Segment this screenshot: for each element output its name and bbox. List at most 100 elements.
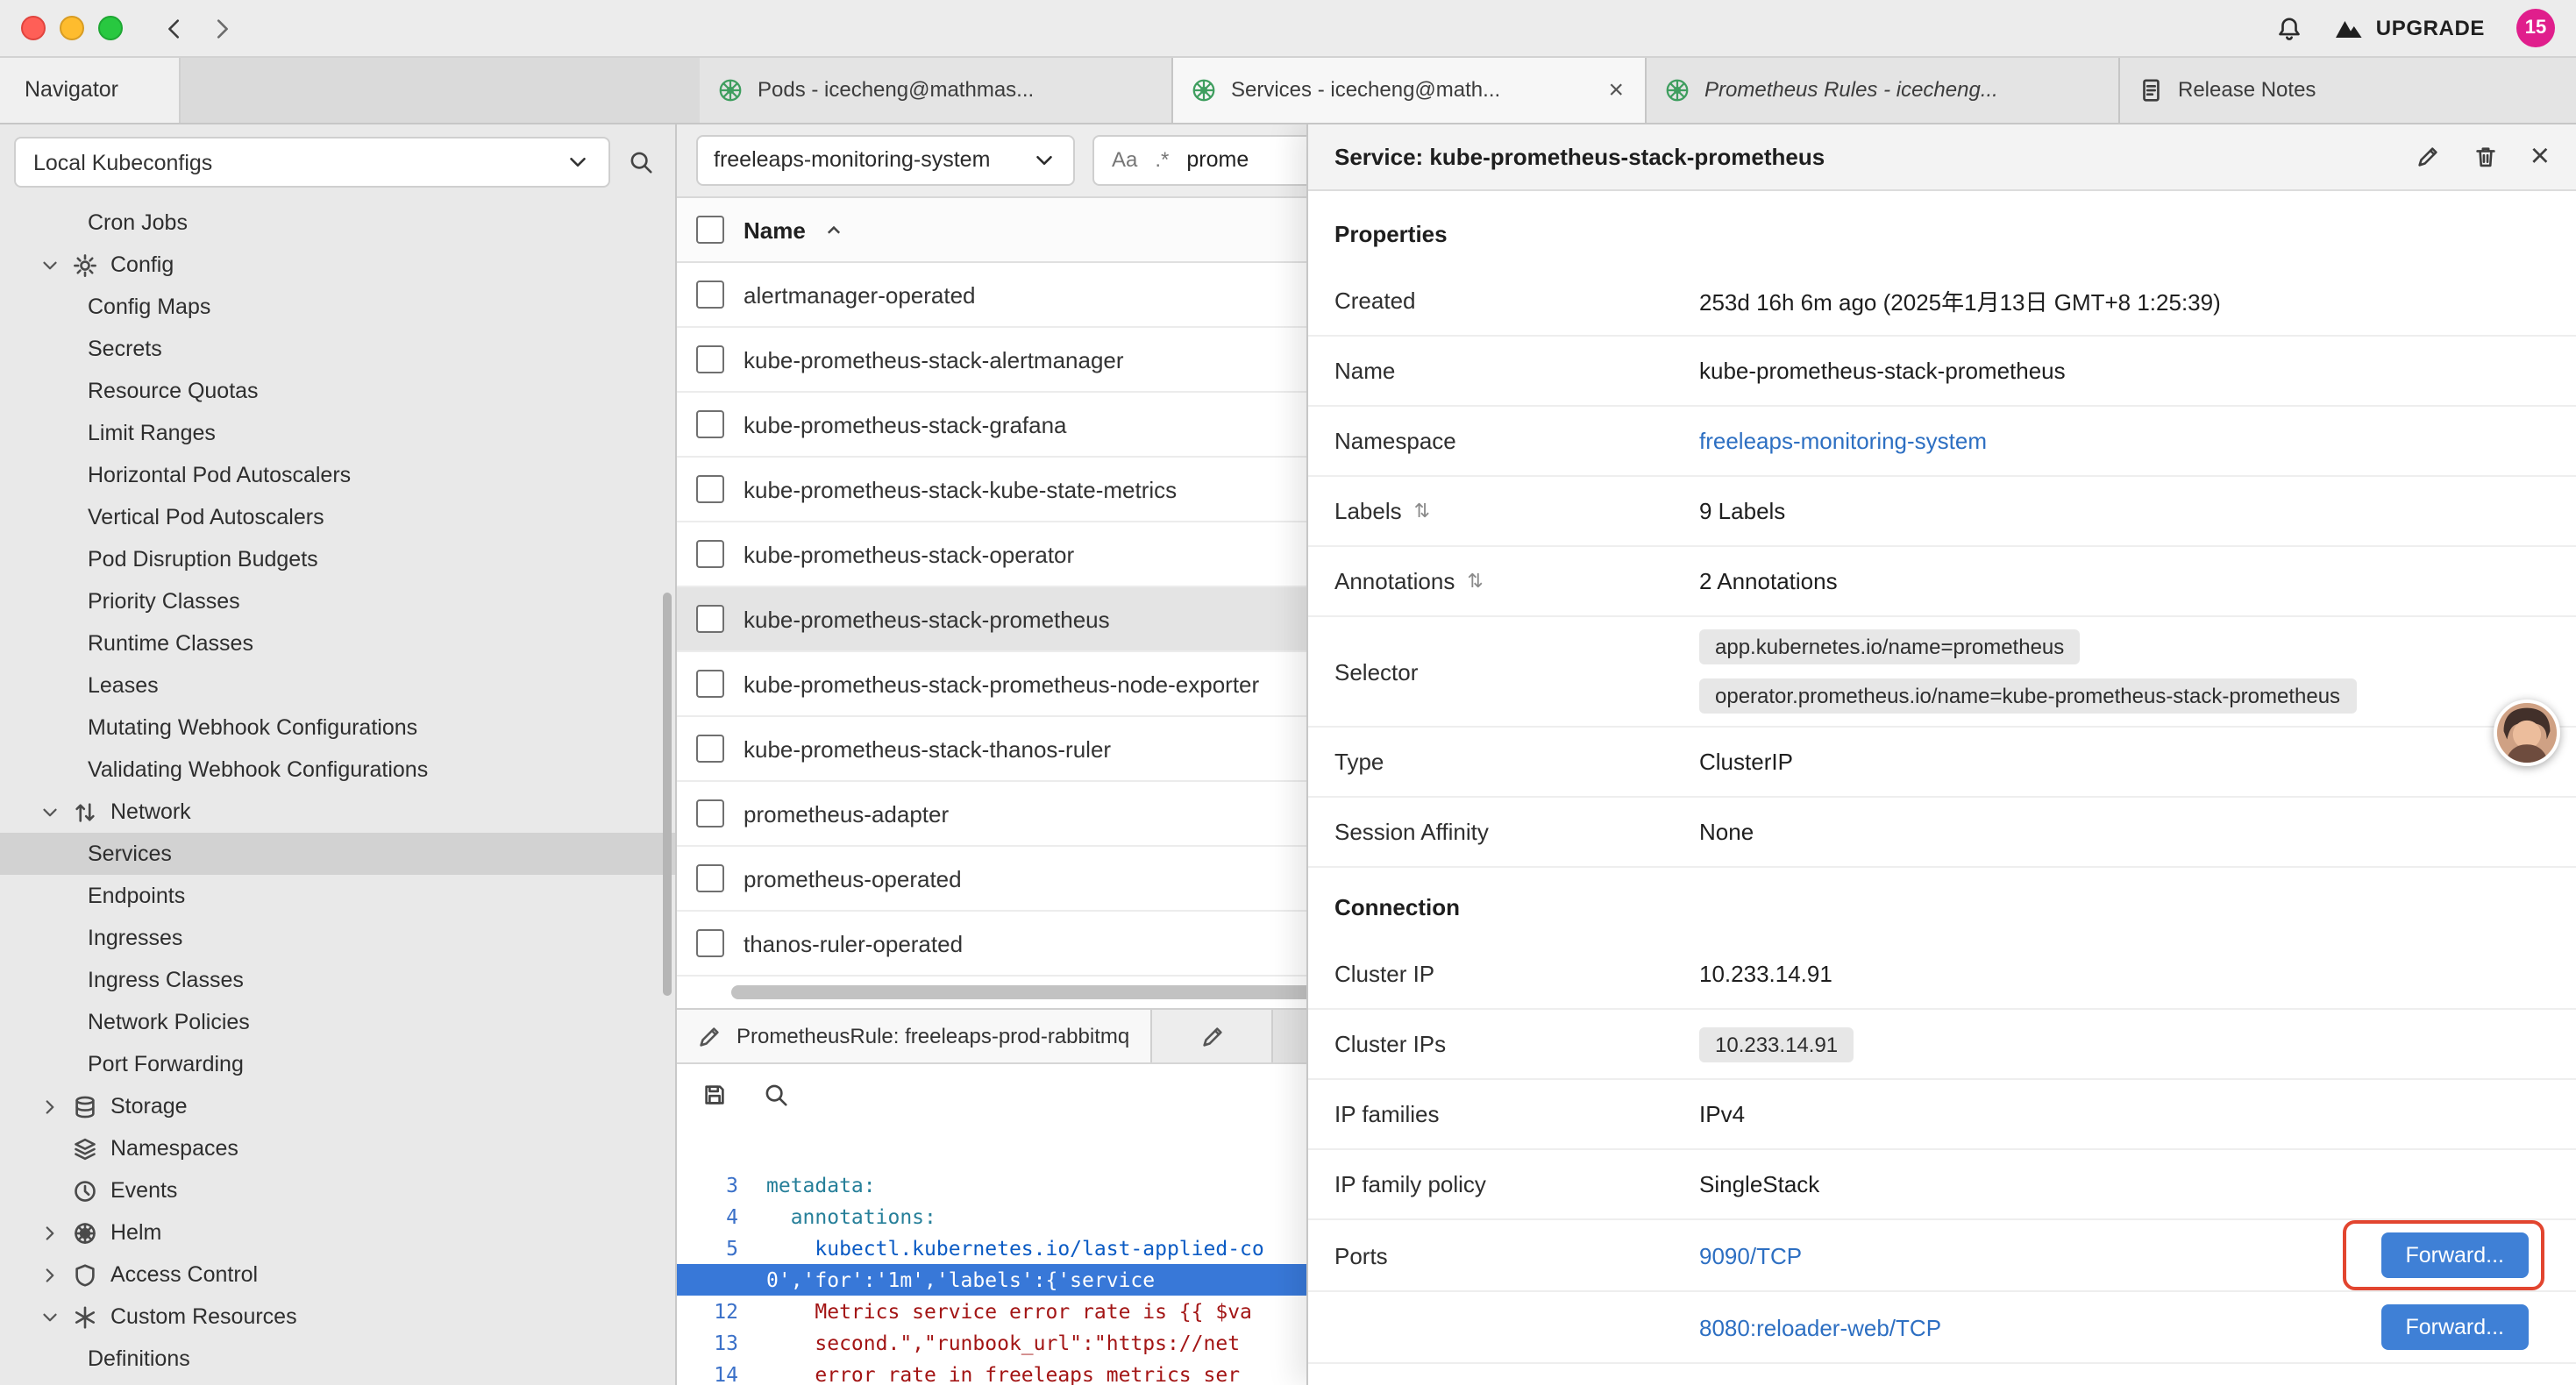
delete-resource-button[interactable] — [2473, 143, 2499, 169]
namespace-link[interactable]: freeleaps-monitoring-system — [1699, 428, 1987, 454]
forward-button[interactable]: Forward... — [2380, 1232, 2529, 1278]
sidebar-item-config-maps[interactable]: Config Maps — [0, 286, 675, 328]
sidebar-scrollbar[interactable] — [663, 593, 672, 996]
edit-resource-button[interactable] — [2415, 143, 2441, 169]
sidebar-item-network[interactable]: Network — [0, 791, 675, 833]
sidebar-item-runtime-classes[interactable]: Runtime Classes — [0, 622, 675, 664]
property-label: Session Affinity — [1334, 819, 1699, 845]
chevron-right-icon[interactable] — [39, 1093, 61, 1119]
sidebar-item-ingresses[interactable]: Ingresses — [0, 917, 675, 959]
forward-button[interactable]: Forward... — [2380, 1304, 2529, 1350]
sidebar-item-custom-resources[interactable]: Custom Resources — [0, 1296, 675, 1338]
namespace-filter[interactable]: freeleaps-monitoring-system — [696, 134, 1075, 185]
row-checkbox[interactable] — [696, 475, 724, 503]
row-checkbox[interactable] — [696, 864, 724, 892]
sort-ascending-icon[interactable] — [825, 220, 844, 239]
match-case-toggle[interactable]: Aa — [1112, 147, 1137, 172]
row-checkbox[interactable] — [696, 670, 724, 698]
property-label: Created — [1334, 288, 1699, 314]
port-link-9090-tcp[interactable]: 9090/TCP — [1699, 1242, 1802, 1268]
save-icon[interactable] — [701, 1081, 728, 1107]
port-link-8080-reloader-web-tcp[interactable]: 8080:reloader-web/TCP — [1699, 1314, 1941, 1340]
row-checkbox[interactable] — [696, 929, 724, 957]
tab-prometheus-rules-icecheng[interactable]: Prometheus Rules - icecheng... — [1647, 56, 2120, 123]
chevron-down-icon[interactable] — [39, 799, 61, 825]
property-label: Name — [1334, 358, 1699, 384]
drawer-close-button[interactable]: × — [2530, 139, 2550, 173]
maximize-window-button[interactable] — [98, 16, 123, 40]
tab-release-notes[interactable]: Release Notes — [2120, 56, 2576, 123]
notifications-bell-icon[interactable] — [2276, 15, 2302, 41]
sidebar-item-label: Mutating Webhook Configurations — [88, 715, 417, 740]
user-avatar[interactable] — [2494, 700, 2560, 766]
code-text: Metrics service error rate is {{ $va — [759, 1296, 1252, 1327]
sidebar-item-limit-ranges[interactable]: Limit Ranges — [0, 412, 675, 454]
kubeconfig-selector[interactable]: Local Kubeconfigs — [14, 137, 610, 188]
notification-count-badge[interactable]: 15 — [2516, 9, 2555, 47]
tab-services-icecheng-math[interactable]: Services - icecheng@math...× — [1173, 56, 1647, 123]
code-text: metadata: — [759, 1169, 876, 1201]
sidebar-item-access-control[interactable]: Access Control — [0, 1254, 675, 1296]
sidebar-item-horizontal-pod-autoscalers[interactable]: Horizontal Pod Autoscalers — [0, 454, 675, 496]
sidebar-item-helm[interactable]: Helm — [0, 1211, 675, 1254]
tab-pods-icecheng-mathmas[interactable]: Pods - icecheng@mathmas... — [700, 56, 1173, 123]
sidebar-item-leases[interactable]: Leases — [0, 664, 675, 707]
sidebar-item-definitions[interactable]: Definitions — [0, 1338, 675, 1380]
sidebar-item-mutating-webhook-configurations[interactable]: Mutating Webhook Configurations — [0, 707, 675, 749]
sidebar-item-resource-quotas[interactable]: Resource Quotas — [0, 370, 675, 412]
row-checkbox[interactable] — [696, 735, 724, 763]
property-value: 8080:reloader-web/TCP Forward... — [1699, 1292, 2550, 1362]
sidebar-item-services[interactable]: Services — [0, 833, 675, 875]
row-checkbox[interactable] — [696, 605, 724, 633]
tab-close-icon[interactable]: × — [1605, 76, 1627, 103]
sidebar-item-vertical-pod-autoscalers[interactable]: Vertical Pod Autoscalers — [0, 496, 675, 538]
upgrade-icon — [2334, 16, 2364, 40]
sidebar-item-pod-disruption-budgets[interactable]: Pod Disruption Budgets — [0, 538, 675, 580]
row-checkbox[interactable] — [696, 540, 724, 568]
sidebar-item-network-policies[interactable]: Network Policies — [0, 1001, 675, 1043]
row-checkbox[interactable] — [696, 799, 724, 827]
sidebar-item-ingress-classes[interactable]: Ingress Classes — [0, 959, 675, 1001]
sidebar-item-endpoints[interactable]: Endpoints — [0, 875, 675, 917]
row-checkbox[interactable] — [696, 281, 724, 309]
sort-toggle-icon[interactable]: ⇅ — [1467, 570, 1483, 593]
close-window-button[interactable] — [21, 16, 46, 40]
sidebar-item-label: Namespaces — [110, 1136, 238, 1161]
sidebar-item-label: Network Policies — [88, 1010, 250, 1034]
chevron-right-icon[interactable] — [39, 1261, 61, 1288]
minimize-window-button[interactable] — [60, 16, 84, 40]
row-checkbox[interactable] — [696, 345, 724, 373]
chevron-down-icon[interactable] — [39, 1303, 61, 1330]
value-text: 10.233.14.91 — [1699, 961, 1832, 987]
editor-tab-partial[interactable] — [1152, 1010, 1273, 1062]
chevron-right-icon[interactable] — [39, 1219, 61, 1246]
forward-button[interactable] — [209, 15, 235, 41]
upgrade-button[interactable]: UPGRADE — [2334, 16, 2485, 40]
editor-search-icon[interactable] — [763, 1081, 789, 1107]
sort-toggle-icon[interactable]: ⇅ — [1414, 500, 1430, 522]
back-button[interactable] — [161, 15, 188, 41]
sidebar-item-port-forwarding[interactable]: Port Forwarding — [0, 1043, 675, 1085]
editor-tab-prometheusrule[interactable]: PrometheusRule: freeleaps-prod-rabbitmq — [675, 1010, 1152, 1062]
sidebar-item-config[interactable]: Config — [0, 244, 675, 286]
chevron-down-icon[interactable] — [39, 252, 61, 278]
sidebar-item-storage[interactable]: Storage — [0, 1085, 675, 1127]
sidebar-search-icon[interactable] — [628, 149, 654, 175]
property-row-connection-5: 8080:reloader-web/TCP Forward... — [1308, 1292, 2576, 1364]
sidebar-item-validating-webhook-configurations[interactable]: Validating Webhook Configurations — [0, 749, 675, 791]
name-column-header[interactable]: Name — [744, 217, 806, 243]
sidebar-item-namespaces[interactable]: Namespaces — [0, 1127, 675, 1169]
service-name: kube-prometheus-stack-prometheus — [744, 606, 1110, 632]
navigator-header: Navigator — [0, 56, 181, 123]
sidebar-item-secrets[interactable]: Secrets — [0, 328, 675, 370]
regex-toggle[interactable]: .* — [1155, 147, 1169, 172]
document-icon — [2138, 76, 2164, 103]
select-all-checkbox[interactable] — [696, 216, 724, 244]
sidebar-item-events[interactable]: Events — [0, 1169, 675, 1211]
line-number: 5 — [675, 1232, 759, 1264]
property-label-text: Ports — [1334, 1242, 1388, 1268]
sidebar-item-label: Events — [110, 1178, 177, 1203]
row-checkbox[interactable] — [696, 410, 724, 438]
sidebar-item-priority-classes[interactable]: Priority Classes — [0, 580, 675, 622]
sidebar-item-cron-jobs[interactable]: Cron Jobs — [0, 202, 675, 244]
